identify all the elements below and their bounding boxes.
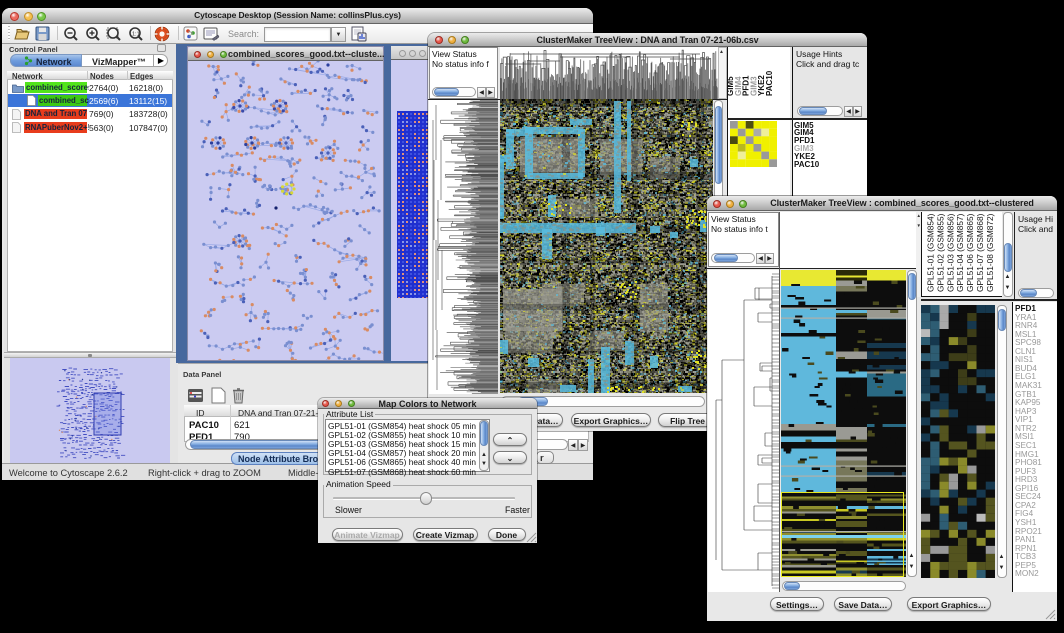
svg-text:GPL51-02 (GSM855): GPL51-02 (GSM855) — [935, 213, 945, 292]
svg-text:GPL51-03 (GSM856): GPL51-03 (GSM856) — [945, 213, 955, 292]
svg-text:GPL51-01 (GSM854): GPL51-01 (GSM854) — [926, 213, 936, 292]
svg-text:PAC10: PAC10 — [765, 70, 774, 96]
svg-text:GPL51-04 (GSM857): GPL51-04 (GSM857) — [955, 213, 965, 292]
svg-text:GPL51-06 (GSM865): GPL51-06 (GSM865) — [965, 213, 975, 292]
svg-text:GPL51-07 (GSM868): GPL51-07 (GSM868) — [975, 213, 985, 292]
svg-text:GPL51-08 (GSM872): GPL51-08 (GSM872) — [985, 213, 995, 292]
svg-text:1:1: 1:1 — [132, 32, 140, 38]
